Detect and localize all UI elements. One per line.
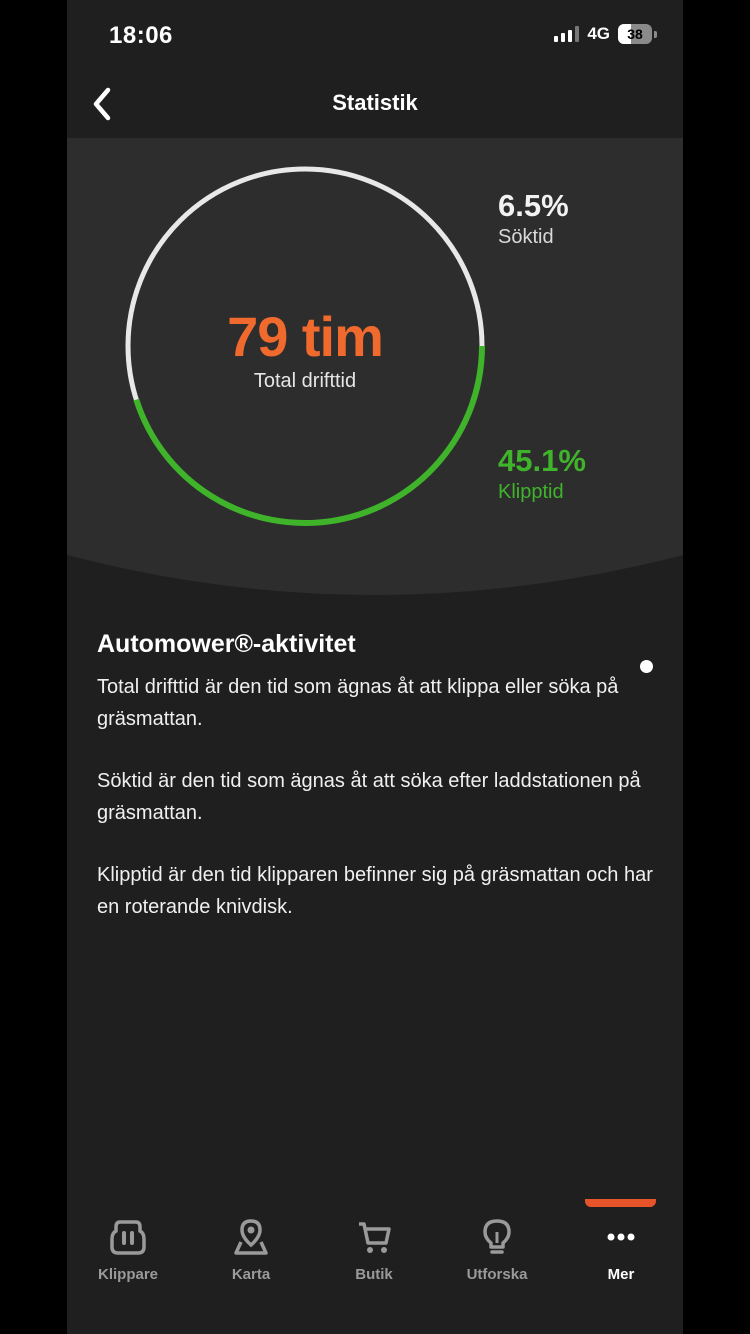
search-time-stat: 6.5% Söktid [498, 188, 569, 249]
tab-label: Mer [607, 1266, 635, 1283]
signal-icon [554, 26, 580, 42]
lightbulb-icon [483, 1219, 511, 1254]
tab-butik[interactable]: Butik [319, 1217, 429, 1283]
total-runtime-value: 79 tim [227, 305, 384, 368]
tab-label: Karta [231, 1266, 271, 1283]
info-paragraph-search: Söktid är den tid som ägnas åt att söka … [97, 770, 641, 824]
nav-bar: Statistik [67, 70, 683, 138]
cart-icon [359, 1222, 391, 1253]
page-title: Statistik [332, 90, 418, 115]
cut-time-value: 45.1% [498, 443, 586, 478]
status-bar: 18:06 4G 38 [67, 0, 683, 70]
total-runtime-label: Total drifttid [253, 370, 357, 392]
tab-bar: Klippare Karta Butik Utforska Mer [67, 1195, 683, 1334]
battery-level: 38 [627, 26, 643, 42]
battery-icon: 38 [618, 24, 652, 44]
stats-panel: 79 tim Total drifttid 6.5% Söktid 45.1% … [67, 138, 683, 598]
tab-utforska[interactable]: Utforska [442, 1217, 552, 1283]
info-paragraph-cut: Klipptid är den tid klipparen befinner s… [97, 864, 653, 918]
status-indicators: 4G 38 [554, 24, 657, 44]
tab-label: Klippare [97, 1266, 158, 1283]
tab-label: Butik [355, 1266, 393, 1283]
search-time-label: Söktid [498, 226, 554, 248]
map-pin-icon [234, 1219, 268, 1255]
info-paragraph-total: Total drifttid är den tid som ägnas åt a… [97, 676, 619, 730]
info-heading: Automower®-aktivitet [97, 630, 356, 658]
network-type: 4G [587, 24, 610, 43]
scroll-indicator-dot [640, 660, 653, 673]
cut-time-label: Klipptid [498, 481, 564, 503]
tab-mer[interactable]: Mer [566, 1217, 676, 1283]
tab-karta[interactable]: Karta [196, 1217, 306, 1283]
app-screen: 18:06 4G 38 Statistik 79 tim Total drift… [67, 0, 683, 1334]
mower-icon [110, 1220, 146, 1255]
status-time: 18:06 [109, 22, 173, 49]
cut-time-stat: 45.1% Klipptid [498, 443, 586, 504]
active-tab-indicator [585, 1199, 656, 1207]
search-time-value: 6.5% [498, 188, 569, 223]
more-icon [607, 1233, 635, 1241]
tab-klippare[interactable]: Klippare [73, 1217, 183, 1283]
tab-label: Utforska [466, 1266, 528, 1283]
activity-info: Automower®-aktivitet Total drifttid är d… [97, 630, 657, 953]
